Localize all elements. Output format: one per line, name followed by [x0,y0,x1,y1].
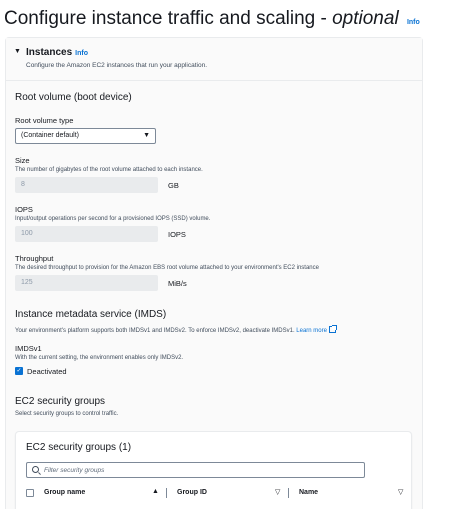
imdsv1-deactivated-label: Deactivated [27,367,67,376]
root-volume-heading: Root volume (boot device) [15,92,132,103]
caret-down-icon: ▼ [143,132,150,139]
filter-security-groups[interactable] [26,462,365,478]
imdsv1-description: With the current setting, the environmen… [15,355,184,361]
security-groups-table: EC2 security groups (1) Group name ▲ Gro… [15,431,412,509]
page-title-optional: optional [332,8,399,29]
search-icon [32,466,39,473]
column-group-name[interactable]: Group name [44,489,85,496]
root-volume-type-select[interactable]: (Container default) ▼ [15,128,156,144]
column-group-id[interactable]: Group ID [177,489,207,496]
imdsv1-label: IMDSv1 [15,344,42,353]
imds-description: Your environment's platform supports bot… [15,325,337,334]
instances-panel-header[interactable]: ▼ Instances Info Configure the Amazon EC2… [6,38,422,79]
external-link-icon [328,325,337,333]
throughput-description: The desired throughput to provision for … [15,265,319,271]
size-label: Size [15,156,30,165]
security-groups-table-title: EC2 security groups (1) [26,442,132,453]
security-groups-heading: EC2 security groups [15,396,106,407]
panel-divider [6,80,422,81]
page-title-main: Configure instance traffic and scaling - [4,8,333,29]
select-all-checkbox[interactable] [26,489,34,497]
learn-more-link[interactable]: Learn more [296,325,337,334]
throughput-input[interactable]: 125 [15,275,158,291]
caret-down-icon[interactable]: ▼ [14,48,21,55]
column-separator[interactable] [288,488,289,498]
size-unit: GB [168,181,179,190]
throughput-unit: MiB/s [168,279,187,288]
filter-security-groups-input[interactable] [44,464,354,476]
root-volume-type-label: Root volume type [15,116,74,125]
iops-label: IOPS [15,205,33,214]
throughput-label: Throughput [15,254,54,263]
iops-input[interactable]: 100 [15,226,158,242]
column-name[interactable]: Name [299,489,318,496]
iops-unit: IOPS [168,230,186,239]
sort-icon[interactable]: ▽ [275,488,280,496]
sort-ascending-icon[interactable]: ▲ [152,488,159,495]
imds-heading: Instance metadata service (IMDS) [15,309,167,320]
size-description: The number of gigabytes of the root volu… [15,167,203,173]
iops-description: Input/output operations per second for a… [15,216,211,222]
page-info-link[interactable]: Info [407,19,420,26]
instances-description: Configure the Amazon EC2 instances that … [26,62,208,69]
instances-panel: ▼ Instances Info Configure the Amazon EC2… [5,37,423,509]
security-groups-description: Select security groups to control traffi… [15,411,119,417]
instances-info-link[interactable]: Info [75,50,88,57]
sort-icon[interactable]: ▽ [398,488,403,496]
page-title: Configure instance traffic and scaling -… [4,8,420,30]
root-volume-type-value: (Container default) [21,132,79,139]
size-input[interactable]: 8 [15,177,158,193]
table-header-row: Group name ▲ Group ID ▽ Name ▽ [16,484,411,502]
instances-heading: Instances Info [26,47,88,58]
column-separator[interactable] [166,488,167,498]
imdsv1-deactivated-checkbox[interactable]: ✓ [15,367,23,375]
